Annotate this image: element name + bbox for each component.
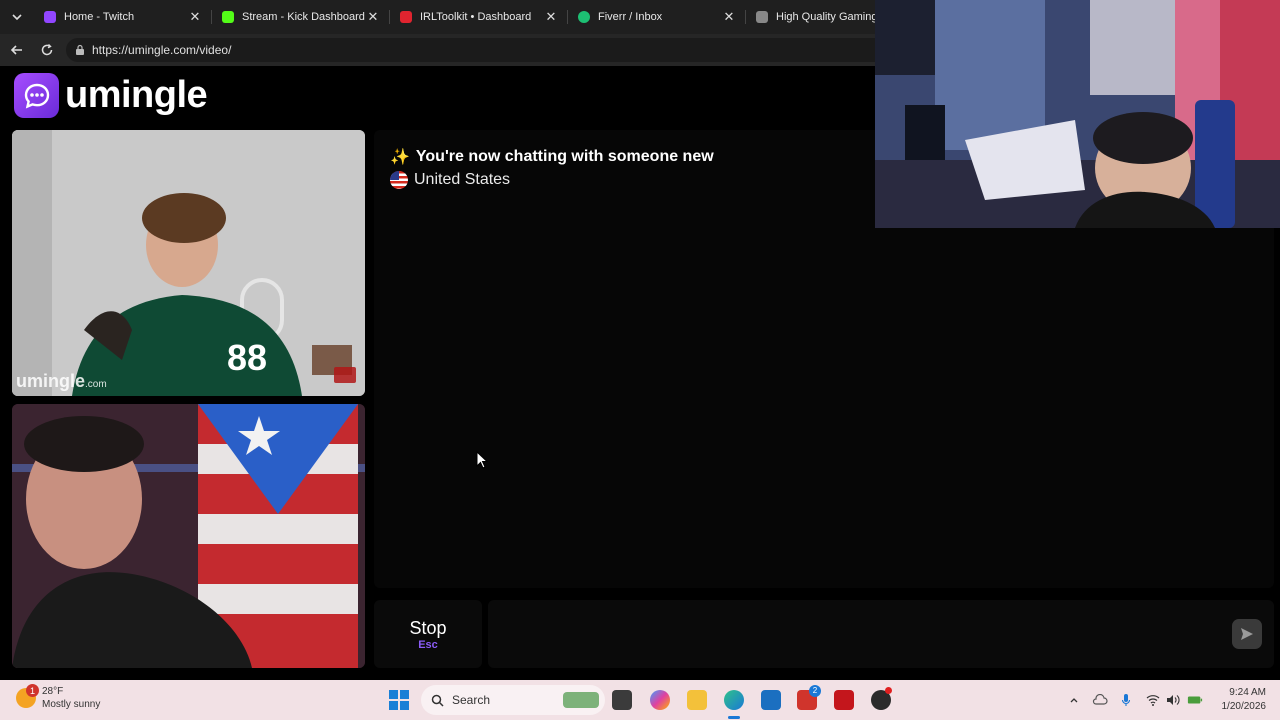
reload-icon [41,44,53,56]
close-tab-icon[interactable]: ✕ [366,9,380,25]
tab-fiverr[interactable]: Fiverr / Inbox ✕ [568,0,746,34]
url-field[interactable]: https://umingle.com/video/ [66,38,896,62]
sun-icon: 1 [16,684,39,708]
windows-logo-icon [400,701,409,710]
tab-title: Fiverr / Inbox [598,11,663,23]
onedrive-cloud-icon[interactable] [1092,692,1108,708]
weather-text: 28°F Mostly sunny [42,685,100,711]
search-label: Search [452,693,491,707]
watermark-suffix: .com [85,379,107,390]
system-clock[interactable]: 9:24 AM 1/20/2026 [1222,686,1267,714]
chat-status: ✨ You're now chatting with someone new [390,147,714,167]
close-tab-icon[interactable]: ✕ [544,9,558,25]
copilot-icon[interactable] [650,690,670,710]
battery-icon[interactable] [1187,692,1203,708]
active-app-indicator [728,716,740,719]
start-button[interactable] [389,690,409,710]
url-text: https://umingle.com/video/ [92,43,232,57]
tab-kick[interactable]: Stream - Kick Dashboard ✕ [212,0,390,34]
kick-icon [222,11,234,23]
tab-title: IRLToolkit • Dashboard [420,11,532,23]
fiverr-icon [578,11,590,23]
windows-logo-icon [400,690,409,699]
close-tab-icon[interactable]: ✕ [188,9,202,25]
windows-logo-icon [389,690,398,699]
reload-button[interactable] [32,35,62,65]
streamer-webcam-overlay [875,0,1280,228]
wifi-icon[interactable] [1145,692,1161,708]
tab-title: Stream - Kick Dashboard [242,11,365,23]
microphone-icon[interactable] [1118,692,1134,708]
self-video-feed [12,404,365,668]
screen: Home - Twitch ✕ Stream - Kick Dashboard … [0,0,1280,720]
chat-bubble-logo-icon [14,73,59,118]
site-logo[interactable]: umingle [14,73,208,118]
stop-shortcut: Esc [418,638,438,651]
store-icon[interactable] [761,690,781,710]
logo-text: umingle [65,74,208,116]
tab-title: Home - Twitch [64,11,135,23]
us-flag-icon [390,171,408,189]
clock-date: 1/20/2026 [1221,701,1267,712]
notification-count-badge: 2 [809,685,821,697]
stop-label: Stop [409,617,447,638]
weather-badge: 1 [26,684,39,697]
site-info-icon[interactable] [74,44,86,56]
svg-text:88: 88 [227,337,267,378]
search-icon [431,694,444,707]
stop-button[interactable]: Stop Esc [374,600,482,668]
close-tab-icon[interactable]: ✕ [722,9,736,25]
volume-icon[interactable] [1165,692,1181,708]
mcafee-shield-icon[interactable] [834,690,854,710]
message-input[interactable] [488,600,1274,668]
back-button[interactable] [2,35,32,65]
recording-dot-icon [885,687,892,694]
taskbar-search[interactable]: Search [421,685,605,715]
send-button[interactable] [1232,619,1262,649]
page-icon [756,11,768,23]
sparkles-icon: ✨ [390,149,410,166]
weather-desc: Mostly sunny [42,699,101,710]
tab-search-button[interactable] [0,0,34,34]
umingle-watermark: umingle.com [16,371,107,392]
twitch-icon [44,11,56,23]
watermark-text: umingle [16,371,86,391]
weather-temp: 28°F [42,686,64,697]
search-highlight-icon [563,692,599,708]
windows-taskbar: 1 28°F Mostly sunny Search 2 9:24 AM 1/2… [0,680,1280,720]
weather-widget[interactable]: 1 28°F Mostly sunny [16,684,100,711]
chat-status-text: You're now chatting with someone new [415,148,714,165]
mouse-cursor-icon [476,451,488,469]
stranger-video-feed: 88 [12,130,365,396]
stranger-video: 88 umingle.com [12,130,365,396]
windows-logo-icon [389,701,398,710]
show-hidden-icons-chevron-icon[interactable] [1066,692,1082,708]
tab-twitch[interactable]: Home - Twitch ✕ [34,0,212,34]
stranger-country: United States [390,171,510,189]
irltoolkit-icon [400,11,412,23]
country-name: United States [414,171,511,188]
send-icon [1241,628,1253,640]
edge-browser-icon[interactable] [724,690,744,710]
file-explorer-icon[interactable] [687,690,707,710]
webcam-feed [875,0,1280,228]
chevron-down-icon [12,14,22,21]
clock-time: 9:24 AM [1229,687,1266,698]
tab-irltoolkit[interactable]: IRLToolkit • Dashboard ✕ [390,0,568,34]
self-video [12,404,365,668]
arrow-left-icon [10,45,22,55]
task-view-icon[interactable] [612,690,632,710]
